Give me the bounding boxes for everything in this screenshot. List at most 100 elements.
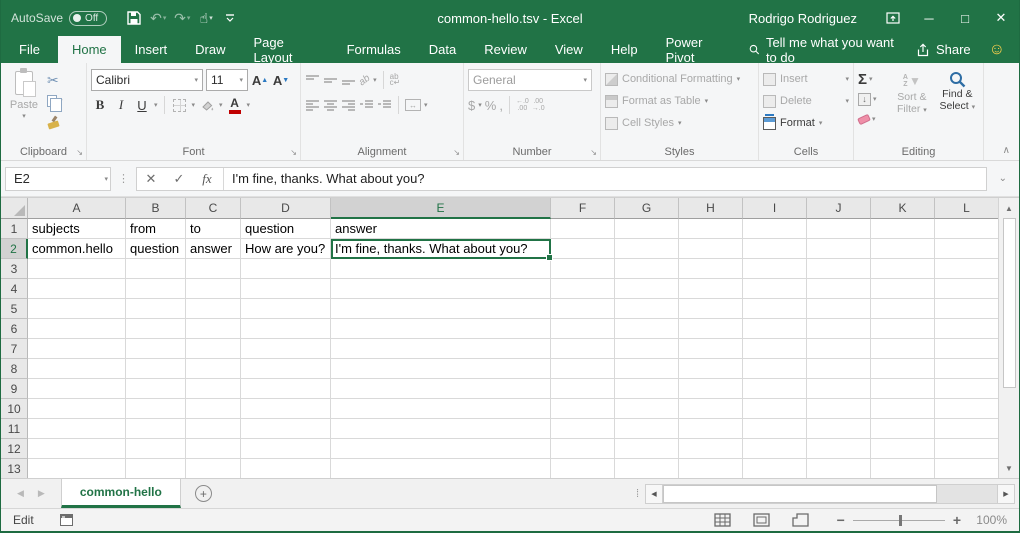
cell-D11[interactable] bbox=[241, 419, 331, 439]
cell-C5[interactable] bbox=[186, 299, 241, 319]
cell-D8[interactable] bbox=[241, 359, 331, 379]
font-dialog-launcher-icon[interactable]: ↘ bbox=[290, 148, 297, 157]
tab-home[interactable]: Home bbox=[58, 36, 121, 63]
cell-F5[interactable] bbox=[551, 299, 615, 319]
cell-D4[interactable] bbox=[241, 279, 331, 299]
cell-L10[interactable] bbox=[935, 399, 998, 419]
cell-E1[interactable]: answer bbox=[331, 219, 551, 239]
cut-button[interactable]: ✂ bbox=[47, 71, 63, 89]
cell-K4[interactable] bbox=[871, 279, 935, 299]
cell-D10[interactable] bbox=[241, 399, 331, 419]
cell-L7[interactable] bbox=[935, 339, 998, 359]
cell-A10[interactable] bbox=[28, 399, 126, 419]
delete-cells-button[interactable]: Delete▾ bbox=[763, 91, 849, 111]
cell-F10[interactable] bbox=[551, 399, 615, 419]
cell-L12[interactable] bbox=[935, 439, 998, 459]
fill-color-button[interactable] bbox=[198, 95, 216, 115]
enter-entry-icon[interactable]: ✓ bbox=[165, 168, 193, 190]
cell-L6[interactable] bbox=[935, 319, 998, 339]
cell-J3[interactable] bbox=[807, 259, 871, 279]
column-header-B[interactable]: B bbox=[126, 198, 186, 219]
cell-B13[interactable] bbox=[126, 459, 186, 478]
align-center-icon[interactable] bbox=[323, 99, 338, 111]
row-header-8[interactable]: 8 bbox=[1, 359, 28, 379]
fill-button[interactable]: ↓▾ bbox=[858, 90, 888, 108]
cell-E4[interactable] bbox=[331, 279, 551, 299]
cell-G6[interactable] bbox=[615, 319, 679, 339]
cell-L1[interactable] bbox=[935, 219, 998, 239]
save-icon[interactable] bbox=[123, 6, 145, 30]
cell-F2[interactable] bbox=[551, 239, 615, 259]
row-header-12[interactable]: 12 bbox=[1, 439, 28, 459]
align-top-icon[interactable] bbox=[305, 74, 320, 86]
column-header-H[interactable]: H bbox=[679, 198, 743, 219]
column-header-I[interactable]: I bbox=[743, 198, 807, 219]
decrease-font-icon[interactable]: A▼ bbox=[272, 70, 290, 90]
font-name-combo[interactable]: Calibri▾ bbox=[91, 69, 203, 91]
tab-power-pivot[interactable]: Power Pivot bbox=[652, 36, 742, 63]
increase-indent-icon[interactable] bbox=[377, 99, 392, 111]
currency-icon[interactable]: $ bbox=[468, 98, 475, 113]
row-header-2[interactable]: 2 bbox=[1, 239, 28, 259]
expand-formula-bar-icon[interactable]: ⌄ bbox=[991, 173, 1015, 184]
cell-B4[interactable] bbox=[126, 279, 186, 299]
cell-B10[interactable] bbox=[126, 399, 186, 419]
undo-icon[interactable]: ↶▾ bbox=[147, 6, 169, 30]
close-button[interactable]: ✕ bbox=[983, 0, 1019, 36]
share-button[interactable]: Share bbox=[908, 42, 979, 57]
row-header-3[interactable]: 3 bbox=[1, 259, 28, 279]
select-all-corner[interactable] bbox=[1, 198, 28, 219]
cell-E6[interactable] bbox=[331, 319, 551, 339]
increase-font-icon[interactable]: A▲ bbox=[251, 70, 269, 90]
cell-G1[interactable] bbox=[615, 219, 679, 239]
cell-F11[interactable] bbox=[551, 419, 615, 439]
minimize-button[interactable]: ─ bbox=[911, 0, 947, 36]
row-header-10[interactable]: 10 bbox=[1, 399, 28, 419]
scroll-left-icon[interactable]: ◀ bbox=[645, 484, 663, 504]
cell-C3[interactable] bbox=[186, 259, 241, 279]
cell-F8[interactable] bbox=[551, 359, 615, 379]
cell-J12[interactable] bbox=[807, 439, 871, 459]
wrap-text-icon[interactable]: abc↵ bbox=[390, 74, 401, 86]
align-left-icon[interactable] bbox=[305, 99, 320, 111]
cell-G5[interactable] bbox=[615, 299, 679, 319]
horizontal-scrollbar[interactable]: ◀ ▶ bbox=[645, 479, 1015, 508]
cell-I4[interactable] bbox=[743, 279, 807, 299]
collapse-ribbon-icon[interactable]: ∧ bbox=[1003, 145, 1010, 156]
cell-E13[interactable] bbox=[331, 459, 551, 478]
cell-I11[interactable] bbox=[743, 419, 807, 439]
decrease-indent-icon[interactable] bbox=[359, 99, 374, 111]
cell-G3[interactable] bbox=[615, 259, 679, 279]
scroll-down-icon[interactable]: ▼ bbox=[1005, 460, 1013, 476]
cell-D5[interactable] bbox=[241, 299, 331, 319]
new-sheet-button[interactable]: + bbox=[181, 479, 226, 508]
column-header-L[interactable]: L bbox=[935, 198, 998, 219]
column-header-F[interactable]: F bbox=[551, 198, 615, 219]
scroll-up-icon[interactable]: ▲ bbox=[1005, 200, 1013, 216]
cell-H5[interactable] bbox=[679, 299, 743, 319]
cell-J1[interactable] bbox=[807, 219, 871, 239]
cell-J5[interactable] bbox=[807, 299, 871, 319]
cell-K13[interactable] bbox=[871, 459, 935, 478]
sort-filter-button[interactable]: AZ ▼ Sort & Filter ▾ bbox=[890, 69, 933, 143]
cell-B11[interactable] bbox=[126, 419, 186, 439]
cell-F13[interactable] bbox=[551, 459, 615, 478]
cell-J4[interactable] bbox=[807, 279, 871, 299]
insert-function-icon[interactable]: fx bbox=[193, 168, 221, 190]
zoom-slider[interactable] bbox=[853, 520, 945, 521]
format-as-table-button[interactable]: Format as Table▾ bbox=[605, 91, 754, 111]
number-dialog-launcher-icon[interactable]: ↘ bbox=[590, 148, 597, 157]
cell-F6[interactable] bbox=[551, 319, 615, 339]
cell-C9[interactable] bbox=[186, 379, 241, 399]
align-middle-icon[interactable] bbox=[323, 74, 338, 86]
column-header-C[interactable]: C bbox=[186, 198, 241, 219]
ribbon-display-options-icon[interactable] bbox=[875, 0, 911, 36]
feedback-smiley-icon[interactable]: ☺ bbox=[983, 41, 1011, 59]
format-painter-button[interactable] bbox=[47, 113, 63, 131]
cell-E5[interactable] bbox=[331, 299, 551, 319]
cell-L4[interactable] bbox=[935, 279, 998, 299]
percent-icon[interactable]: % bbox=[485, 98, 497, 113]
cell-D7[interactable] bbox=[241, 339, 331, 359]
cell-E3[interactable] bbox=[331, 259, 551, 279]
cell-A6[interactable] bbox=[28, 319, 126, 339]
